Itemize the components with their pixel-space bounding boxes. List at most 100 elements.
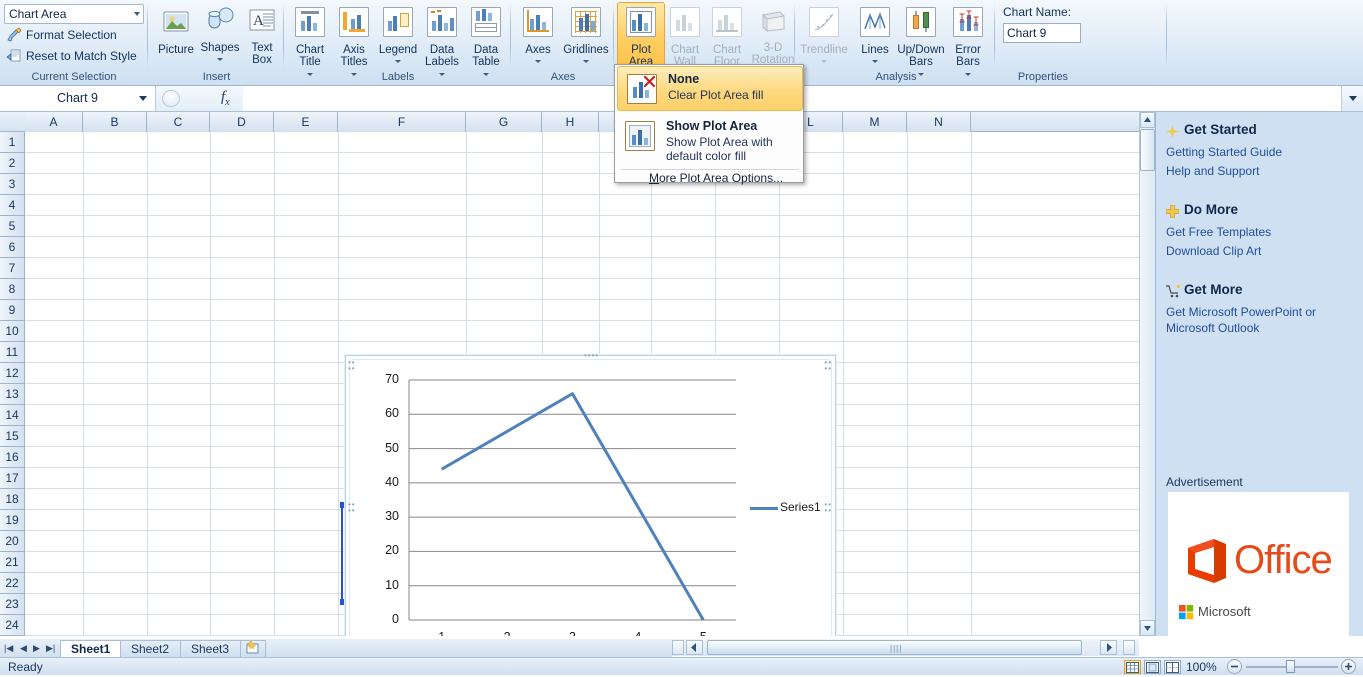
row-header-15[interactable]: 15 xyxy=(0,426,25,447)
chart-name-input[interactable] xyxy=(1003,23,1081,43)
normal-view-button[interactable] xyxy=(1124,660,1141,674)
sheet-navigation-buttons[interactable]: |◀ ◀ ▶ ▶| xyxy=(2,640,58,656)
row-header-13[interactable]: 13 xyxy=(0,384,25,405)
scroll-down-button[interactable] xyxy=(1140,620,1155,636)
legend-button[interactable]: Legend xyxy=(375,3,421,67)
task-pane-link-0-0[interactable]: Getting Started Guide xyxy=(1166,144,1356,160)
3d-rotation-button[interactable]: 3-D Rotation xyxy=(747,3,799,67)
row-header-9[interactable]: 9 xyxy=(0,300,25,321)
zoom-level-label[interactable]: 100% xyxy=(1186,660,1217,674)
column-header-C[interactable]: C xyxy=(147,112,210,132)
row-header-20[interactable]: 20 xyxy=(0,531,25,552)
row-header-8[interactable]: 8 xyxy=(0,279,25,300)
lines-button[interactable]: Lines xyxy=(852,3,898,67)
row-header-6[interactable]: 6 xyxy=(0,237,25,258)
row-header-16[interactable]: 16 xyxy=(0,447,25,468)
column-header-F[interactable]: F xyxy=(338,112,466,132)
scroll-right-button[interactable] xyxy=(1100,640,1117,655)
first-sheet-icon[interactable]: |◀ xyxy=(4,643,13,654)
up-down-bars-button[interactable]: Up/Down Bars xyxy=(895,3,947,67)
format-selection-button[interactable]: Format Selection xyxy=(4,25,117,45)
insert-worksheet-tab[interactable] xyxy=(240,640,266,657)
chart-handle-top-left[interactable]: •••• xyxy=(348,360,356,372)
column-header-D[interactable]: D xyxy=(210,112,274,132)
column-header-E[interactable]: E xyxy=(274,112,338,132)
text-box-button[interactable]: A Text Box xyxy=(239,3,285,67)
row-header-21[interactable]: 21 xyxy=(0,552,25,573)
chart-object[interactable]: 01020304050607012345 Series1 •••• •••• •… xyxy=(345,355,836,636)
column-header-B[interactable]: B xyxy=(83,112,147,132)
column-header-N[interactable]: N xyxy=(907,112,971,132)
scroll-up-button[interactable] xyxy=(1140,112,1155,128)
task-pane-link-0-1[interactable]: Help and Support xyxy=(1166,163,1356,179)
row-header-22[interactable]: 22 xyxy=(0,573,25,594)
formula-collapse-button[interactable] xyxy=(162,90,180,107)
plot-area-button[interactable]: Plot Area xyxy=(618,3,664,67)
menu-item-more-plot-area-options[interactable]: More Plot Area Options... xyxy=(616,171,804,183)
picture-button[interactable]: Picture xyxy=(153,3,199,67)
error-bars-button[interactable]: Error Bars xyxy=(945,3,991,67)
vertical-scrollbar[interactable] xyxy=(1139,112,1155,636)
axes-button[interactable]: Axes xyxy=(515,3,561,67)
chart-title-button[interactable]: Chart Title xyxy=(287,3,333,67)
column-header-M[interactable]: M xyxy=(843,112,907,132)
shapes-button[interactable]: Shapes xyxy=(197,3,243,67)
row-header-11[interactable]: 11 xyxy=(0,342,25,363)
split-handle[interactable] xyxy=(672,640,684,655)
column-header-H[interactable]: H xyxy=(542,112,599,132)
chart-wall-button[interactable]: Chart Wall xyxy=(662,3,708,67)
task-pane-link-2-0[interactable]: Get Microsoft PowerPoint or Microsoft Ou… xyxy=(1166,304,1356,336)
column-header-A[interactable]: A xyxy=(25,112,83,132)
split-handle-right[interactable] xyxy=(1123,640,1135,655)
row-header-5[interactable]: 5 xyxy=(0,216,25,237)
last-sheet-icon[interactable]: ▶| xyxy=(46,643,55,654)
name-box[interactable]: Chart 9 xyxy=(0,86,156,111)
previous-sheet-icon[interactable]: ◀ xyxy=(20,643,27,654)
trendline-button[interactable]: Trendline xyxy=(798,3,850,67)
chart-floor-button[interactable]: Chart Floor xyxy=(704,3,750,67)
row-header-3[interactable]: 3 xyxy=(0,174,25,195)
worksheet-grid[interactable]: ABCDEFGHIJKLMN 1234567891011121314151617… xyxy=(0,112,1155,636)
insert-function-icon[interactable]: fx xyxy=(221,89,230,108)
page-layout-view-button[interactable] xyxy=(1144,660,1161,674)
row-header-10[interactable]: 10 xyxy=(0,321,25,342)
task-pane-link-1-0[interactable]: Get Free Templates xyxy=(1166,224,1356,240)
data-labels-button[interactable]: Data Labels xyxy=(419,3,465,67)
data-table-button[interactable]: Data Table xyxy=(463,3,509,67)
row-header-12[interactable]: 12 xyxy=(0,363,25,384)
chart-handle-left[interactable]: •••• xyxy=(348,502,356,514)
zoom-in-button[interactable] xyxy=(1341,659,1356,674)
advertisement-banner[interactable]: Office Microsoft xyxy=(1168,492,1349,636)
horizontal-scroll-thumb[interactable]: |||| xyxy=(707,640,1082,655)
gridlines-button[interactable]: Gridlines xyxy=(560,3,612,67)
sheet-tab-sheet1[interactable]: Sheet1 xyxy=(60,640,123,657)
row-header-2[interactable]: 2 xyxy=(0,153,25,174)
zoom-slider-thumb[interactable] xyxy=(1286,660,1295,673)
horizontal-scrollbar[interactable]: |||| xyxy=(672,639,1139,656)
formula-bar-expand-button[interactable] xyxy=(1341,86,1363,111)
next-sheet-icon[interactable]: ▶ xyxy=(33,643,40,654)
task-pane-link-1-1[interactable]: Download Clip Art xyxy=(1166,243,1356,259)
row-header-7[interactable]: 7 xyxy=(0,258,25,279)
row-header-24[interactable]: 24 xyxy=(0,615,25,636)
vertical-scroll-thumb[interactable] xyxy=(1140,129,1155,171)
sheet-tab-sheet3[interactable]: Sheet3 xyxy=(180,640,242,657)
row-header-17[interactable]: 17 xyxy=(0,468,25,489)
scroll-left-button[interactable] xyxy=(686,640,703,655)
chart-handle-top[interactable]: •••• xyxy=(584,353,599,359)
row-header-1[interactable]: 1 xyxy=(0,132,25,153)
axis-titles-button[interactable]: Axis Titles xyxy=(331,3,377,67)
sheet-tab-sheet2[interactable]: Sheet2 xyxy=(120,640,182,657)
row-header-14[interactable]: 14 xyxy=(0,405,25,426)
chart-element-combo[interactable]: Chart Area xyxy=(4,4,144,24)
column-header-G[interactable]: G xyxy=(466,112,542,132)
reset-to-match-style-button[interactable]: Reset to Match Style xyxy=(4,46,137,66)
row-header-23[interactable]: 23 xyxy=(0,594,25,615)
page-break-view-button[interactable] xyxy=(1164,660,1181,674)
chart-handle-right[interactable]: •••• xyxy=(824,502,832,514)
row-header-19[interactable]: 19 xyxy=(0,510,25,531)
row-header-4[interactable]: 4 xyxy=(0,195,25,216)
menu-item-none[interactable]: None Clear Plot Area fill xyxy=(617,66,803,111)
menu-item-show-plot-area[interactable]: Show Plot Area Show Plot Area with defau… xyxy=(616,114,804,166)
chart-handle-top-right[interactable]: •••• xyxy=(824,360,832,372)
